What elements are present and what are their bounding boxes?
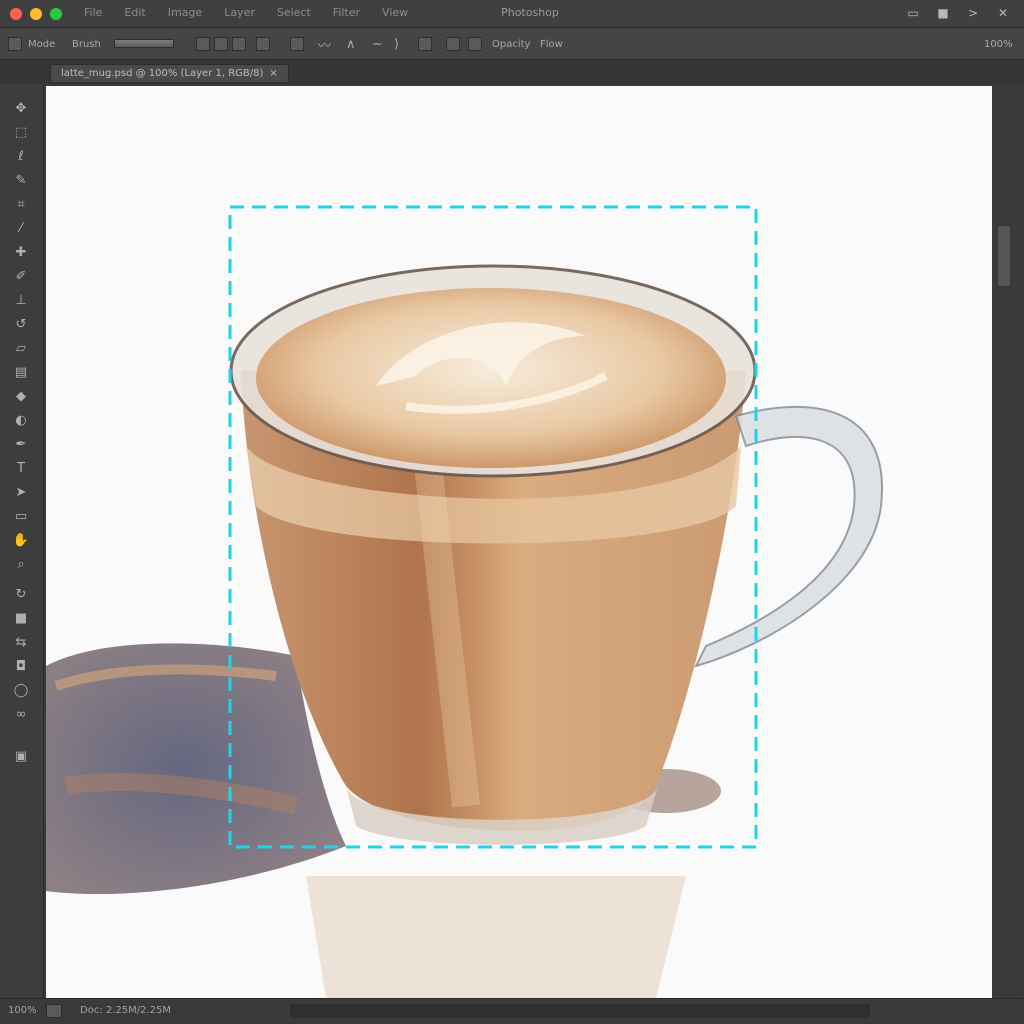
hand-tool-icon[interactable]: ✋ — [10, 530, 32, 550]
tool-preset-icon[interactable] — [8, 37, 22, 51]
eyedropper-tool-icon[interactable]: ⁄ — [10, 218, 32, 238]
history-brush-tool-icon[interactable]: ↺ — [10, 314, 32, 334]
marquee-tool-icon[interactable]: ⬚ — [10, 122, 32, 142]
crop-tool-icon[interactable]: ⌗ — [10, 194, 32, 214]
shape-tool-icon[interactable]: ▭ — [10, 506, 32, 526]
rotate-view-icon[interactable]: ↻ — [10, 584, 32, 604]
horizontal-scrollbar[interactable] — [290, 1004, 870, 1018]
quick-select-tool-icon[interactable]: ✎ — [10, 170, 32, 190]
status-box-icon[interactable] — [46, 1004, 62, 1018]
option-icon-7[interactable] — [446, 37, 460, 51]
move-tool-icon[interactable]: ✥ — [10, 98, 32, 118]
close-window-button[interactable] — [10, 8, 22, 20]
quick-mask-icon[interactable]: ◘ — [10, 656, 32, 676]
foam-top — [256, 288, 726, 468]
title-bar: File Edit Image Layer Select Filter View… — [0, 0, 1024, 28]
status-bar: 100% Doc: 2.25M/2.25M — [0, 998, 1024, 1024]
foreground-color-icon[interactable]: ■ — [10, 608, 32, 628]
option-icon-8[interactable] — [468, 37, 482, 51]
document-canvas[interactable] — [46, 86, 992, 998]
maximize-window-button[interactable] — [50, 8, 62, 20]
size-slider[interactable] — [114, 39, 174, 48]
option-icon-6[interactable] — [418, 37, 432, 51]
app-title: Photoshop — [501, 6, 559, 19]
screen-mode-icon[interactable]: ▣ — [10, 746, 32, 766]
zoom-level[interactable]: 100% — [8, 1005, 37, 1016]
vertical-scrollbar[interactable] — [994, 86, 1016, 998]
healing-tool-icon[interactable]: ✚ — [10, 242, 32, 262]
menu-item-edit[interactable]: Edit — [124, 6, 145, 19]
latte-mug-artwork — [46, 205, 884, 998]
document-tab-row: latte_mug.psd @ 100% (Layer 1, RGB/8) × — [0, 60, 1024, 84]
option-icon-1[interactable] — [196, 37, 210, 51]
menu-item-layer[interactable]: Layer — [224, 6, 255, 19]
menu-item-filter[interactable]: Filter — [333, 6, 360, 19]
mug-reflection — [306, 876, 686, 998]
options-right-value[interactable]: 100% — [984, 36, 1013, 52]
stamp-tool-icon[interactable]: ⊥ — [10, 290, 32, 310]
brush-label[interactable]: Brush — [72, 36, 101, 52]
option-icon-5[interactable] — [290, 37, 304, 51]
flow-label[interactable]: Flow — [540, 36, 563, 52]
menu-item-image[interactable]: Image — [168, 6, 202, 19]
link-icon[interactable]: ∞ — [10, 704, 32, 724]
app-window: File Edit Image Layer Select Filter View… — [0, 0, 1024, 1024]
lasso-tool-icon[interactable]: ℓ — [10, 146, 32, 166]
toolbox: ✥ ⬚ ℓ ✎ ⌗ ⁄ ✚ ✐ ⊥ ↺ ▱ ▤ ◆ ◐ ✒ T ➤ ▭ ✋ ⌕ … — [0, 84, 44, 998]
menu-bar: File Edit Image Layer Select Filter View — [84, 6, 408, 19]
menu-item-file[interactable]: File — [84, 6, 102, 19]
lens-icon[interactable]: ◯ — [10, 680, 32, 700]
eraser-tool-icon[interactable]: ▱ — [10, 338, 32, 358]
window-controls: ▭ ■ > ✕ — [902, 4, 1014, 22]
close-icon[interactable]: ✕ — [992, 4, 1014, 22]
pressure-icon[interactable]: ∧ — [346, 36, 356, 52]
menu-item-view[interactable]: View — [382, 6, 408, 19]
expand-icon[interactable]: > — [962, 4, 984, 22]
brush-tool-icon[interactable]: ✐ — [10, 266, 32, 286]
opacity-label[interactable]: Opacity — [492, 36, 530, 52]
document-tab-label: latte_mug.psd @ 100% (Layer 1, RGB/8) — [61, 68, 264, 79]
blur-tool-icon[interactable]: ◆ — [10, 386, 32, 406]
airbrush-icon[interactable]: 〰 — [318, 36, 331, 54]
mode-label[interactable]: Mode — [28, 36, 55, 52]
arrange-icon[interactable]: ■ — [932, 4, 954, 22]
option-icon-2[interactable] — [214, 37, 228, 51]
option-icon-3[interactable] — [232, 37, 246, 51]
doc-info[interactable]: Doc: 2.25M/2.25M — [80, 1005, 171, 1016]
vertical-scroll-thumb[interactable] — [998, 226, 1010, 286]
path-select-tool-icon[interactable]: ➤ — [10, 482, 32, 502]
menu-item-select[interactable]: Select — [277, 6, 311, 19]
tab-close-icon[interactable]: × — [269, 68, 277, 79]
angle-icon[interactable]: ⟩ — [394, 36, 399, 52]
options-bar: Mode Brush 〰 ∧ ~ ⟩ Opacity Flow 100% — [0, 28, 1024, 60]
minimize-window-button[interactable] — [30, 8, 42, 20]
document-tab[interactable]: latte_mug.psd @ 100% (Layer 1, RGB/8) × — [50, 64, 289, 82]
workspace-icon[interactable]: ▭ — [902, 4, 924, 22]
smoothing-icon[interactable]: ~ — [372, 36, 383, 52]
zoom-tool-icon[interactable]: ⌕ — [10, 554, 32, 574]
pen-tool-icon[interactable]: ✒ — [10, 434, 32, 454]
swap-colors-icon[interactable]: ⇆ — [10, 632, 32, 652]
dodge-tool-icon[interactable]: ◐ — [10, 410, 32, 430]
option-icon-4[interactable] — [256, 37, 270, 51]
gradient-tool-icon[interactable]: ▤ — [10, 362, 32, 382]
type-tool-icon[interactable]: T — [10, 458, 32, 478]
